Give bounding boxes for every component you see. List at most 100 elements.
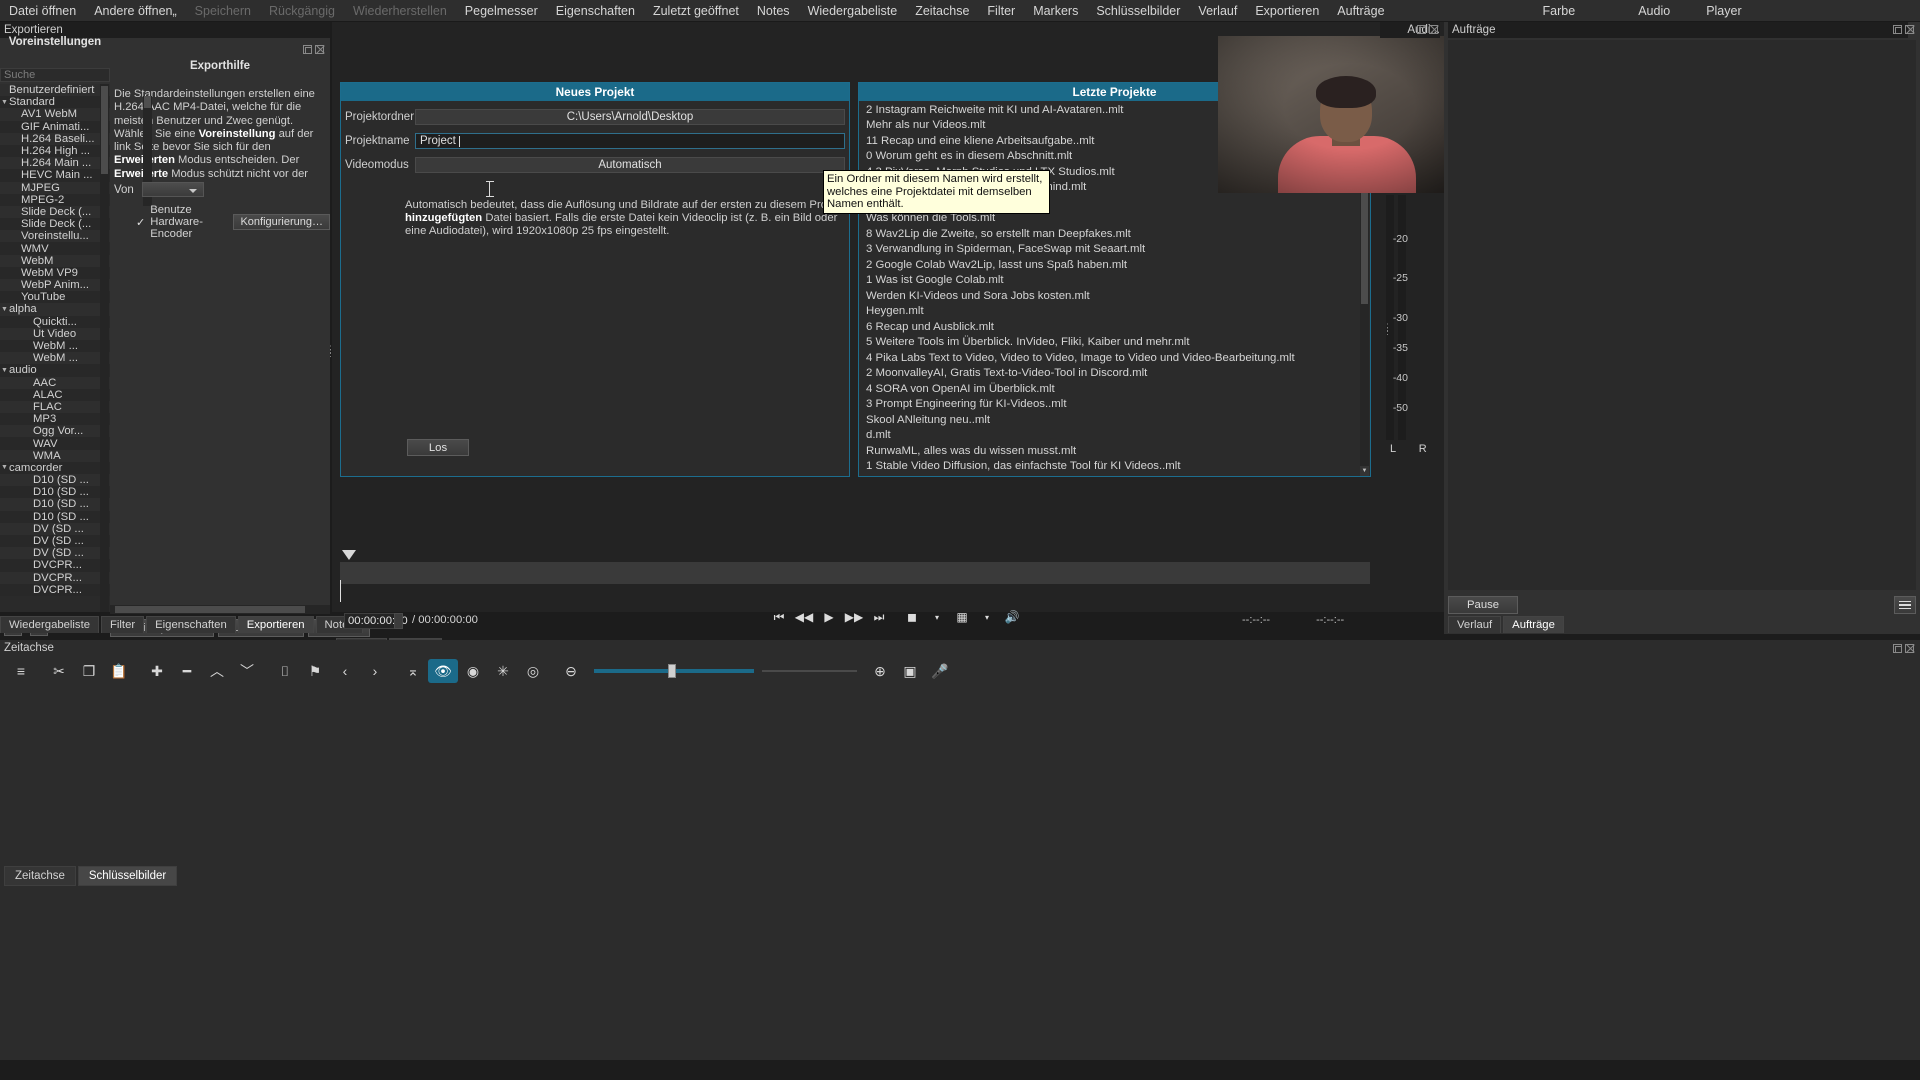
previous-marker-icon[interactable]: ‹ xyxy=(330,659,360,683)
preset-tree-item[interactable]: Voreinstellu... xyxy=(0,230,110,243)
marker-icon[interactable]: ⚑ xyxy=(300,659,330,683)
copy-icon[interactable]: ❐ xyxy=(74,659,104,683)
from-combobox[interactable] xyxy=(141,182,204,197)
volume-icon[interactable]: 🔊 xyxy=(1005,610,1020,624)
menu-player[interactable]: Player xyxy=(1697,0,1750,22)
float-panel-icon[interactable] xyxy=(1417,25,1426,34)
menu-markers[interactable]: Markers xyxy=(1024,0,1087,22)
chevron-down-icon[interactable]: ▼ xyxy=(0,464,9,471)
preset-tree-item[interactable]: MP3 xyxy=(0,413,110,426)
close-panel-icon[interactable] xyxy=(1905,25,1914,34)
player-scrub-bar[interactable] xyxy=(340,550,1370,584)
skip-to-start-icon[interactable]: ⏮ xyxy=(772,610,786,624)
preset-tree-item[interactable]: WMA xyxy=(0,449,110,462)
preset-tree-item[interactable]: D10 (SD ... xyxy=(0,474,110,487)
timeline-tracks-area[interactable] xyxy=(0,684,1920,864)
float-panel-icon[interactable] xyxy=(1893,644,1902,653)
preset-tree-item[interactable]: H.264 Main ... xyxy=(0,157,110,170)
snap-icon[interactable]: ⌅ xyxy=(398,659,428,683)
preset-tree-item[interactable]: H.264 Baseli... xyxy=(0,132,110,145)
hamburger-menu-icon[interactable]: ≡ xyxy=(6,659,36,683)
menu-datei-oeffnen[interactable]: Datei öffnen xyxy=(0,0,85,22)
menu-rueckgaengig[interactable]: Rückgängig xyxy=(260,0,344,22)
recent-project-item[interactable]: 6 Recap und Ausblick.mlt xyxy=(860,319,1360,335)
menu-pegelmesser[interactable]: Pegelmesser xyxy=(456,0,547,22)
checkbox-checked-icon[interactable]: ✓ xyxy=(136,216,145,229)
preset-tree-item[interactable]: DVCPR... xyxy=(0,583,110,596)
zoom-fit-icon[interactable]: ▣ xyxy=(895,659,925,683)
presets-tree-vscrollbar[interactable] xyxy=(100,84,109,612)
preset-search-input[interactable]: Suche xyxy=(0,68,110,82)
recent-project-item[interactable]: 8 Wav2Lip die Zweite, so erstellt man De… xyxy=(860,226,1360,242)
recent-project-item[interactable]: 1 Was ist Google Colab.mlt xyxy=(860,273,1360,289)
recent-project-item[interactable]: 3 Prompt Engineering für KI-Videos..mlt xyxy=(860,397,1360,413)
tab-filter[interactable]: Filter xyxy=(101,616,145,633)
preset-tree-item[interactable]: DV (SD ... xyxy=(0,547,110,560)
timeline-zoom-slider[interactable] xyxy=(594,664,754,678)
position-spinner[interactable] xyxy=(394,613,403,629)
chevron-down-icon[interactable]: ▼ xyxy=(0,306,9,313)
recent-project-item[interactable]: 1 Stable Video Diffusion, das einfachste… xyxy=(860,459,1360,475)
start-button[interactable]: Los xyxy=(407,439,469,456)
next-marker-icon[interactable]: › xyxy=(360,659,390,683)
preset-tree-item[interactable]: Ut Video xyxy=(0,327,110,340)
slider-knob[interactable] xyxy=(668,664,676,678)
preset-tree-item[interactable]: AV1 WebM xyxy=(0,108,110,121)
pause-button[interactable]: Pause xyxy=(1448,596,1519,614)
menu-wiederherstellen[interactable]: Wiederherstellen xyxy=(344,0,456,22)
stop-icon[interactable]: ◼ xyxy=(905,610,919,624)
append-icon[interactable]: ✚ xyxy=(142,659,172,683)
project-folder-input[interactable]: C:\Users\Arnold\Desktop xyxy=(415,109,845,125)
zoom-in-icon[interactable]: ⊕ xyxy=(865,659,895,683)
skip-to-end-icon[interactable]: ⏭ xyxy=(872,610,886,624)
preset-tree-item[interactable]: WebP Anim... xyxy=(0,279,110,292)
preset-tree-item[interactable]: WMV xyxy=(0,242,110,255)
preset-tree-item[interactable]: DV (SD ... xyxy=(0,522,110,535)
preset-tree-item[interactable]: WebM VP9 xyxy=(0,266,110,279)
zoom-slider-track-rest[interactable] xyxy=(762,670,857,672)
preset-tree-item[interactable]: GIF Animati... xyxy=(0,120,110,133)
preset-tree-item[interactable]: ▼ alpha xyxy=(0,303,110,316)
preset-tree-item[interactable]: D10 (SD ... xyxy=(0,510,110,523)
preset-tree-item[interactable]: DVCPR... xyxy=(0,571,110,584)
overwrite-icon[interactable]: ﹀ xyxy=(232,659,262,683)
tab-exportieren[interactable]: Exportieren xyxy=(237,616,314,633)
preset-tree-item[interactable]: Slide Deck (... xyxy=(0,218,110,231)
menu-exportieren[interactable]: Exportieren xyxy=(1246,0,1328,22)
preset-tree-item[interactable]: ▼ Standard xyxy=(0,96,110,109)
preset-tree-item[interactable]: H.264 High ... xyxy=(0,144,110,158)
preset-tree-item[interactable]: DVCPR... xyxy=(0,559,110,572)
audio-panel-splitter-left[interactable]: ⋮ ⋮ xyxy=(1383,323,1392,336)
preset-tree-item[interactable]: MJPEG xyxy=(0,181,110,194)
ripple-markers-icon[interactable]: ◎ xyxy=(518,659,548,683)
preset-tree-item[interactable]: YouTube xyxy=(0,291,110,304)
recent-project-item[interactable]: 5 Weitere Tools im Überblick. InVideo, F… xyxy=(860,335,1360,351)
play-icon[interactable]: ▶ xyxy=(822,610,836,624)
configure-button[interactable]: Konfigurierung… xyxy=(233,214,330,230)
zoom-out-icon[interactable]: ⊖ xyxy=(556,659,586,683)
cut-icon[interactable]: ✂ xyxy=(44,659,74,683)
recent-project-item[interactable]: Skool ANleitung neu..mlt xyxy=(860,412,1360,428)
menu-zeitachse[interactable]: Zeitachse xyxy=(906,0,978,22)
menu-eigenschaften[interactable]: Eigenschaften xyxy=(547,0,644,22)
preset-tree-item[interactable]: DV (SD ... xyxy=(0,534,110,548)
recent-project-item[interactable]: 3 Verwandlung in Spiderman, FaceSwap mit… xyxy=(860,242,1360,258)
preset-tree-item[interactable]: Benutzerdefiniert xyxy=(0,84,110,97)
presets-tree-hscrollbar[interactable] xyxy=(110,605,330,614)
preset-tree-item[interactable]: AAC xyxy=(0,376,110,389)
menu-farbe[interactable]: Farbe xyxy=(1534,0,1585,22)
chevron-down-icon[interactable]: ▾ xyxy=(930,610,944,624)
preset-tree-item[interactable]: D10 (SD ... xyxy=(0,486,110,499)
scroll-thumb[interactable] xyxy=(144,96,151,108)
grid-icon[interactable]: ▦ xyxy=(955,610,969,624)
rewind-icon[interactable]: ◀◀ xyxy=(795,610,813,624)
menu-wiedergabeliste[interactable]: Wiedergabeliste xyxy=(799,0,907,22)
tab-verlauf[interactable]: Verlauf xyxy=(1448,616,1502,633)
preset-tree-item[interactable]: Slide Deck (... xyxy=(0,205,110,219)
lift-icon[interactable]: ︿ xyxy=(202,659,232,683)
jobs-list[interactable] xyxy=(1448,40,1916,590)
ripple-delete-icon[interactable]: ━ xyxy=(172,659,202,683)
preset-tree-item[interactable]: WebM ... xyxy=(0,339,110,353)
preset-tree-item[interactable]: ▼ audio xyxy=(0,364,110,377)
float-panel-icon[interactable] xyxy=(1893,25,1902,34)
